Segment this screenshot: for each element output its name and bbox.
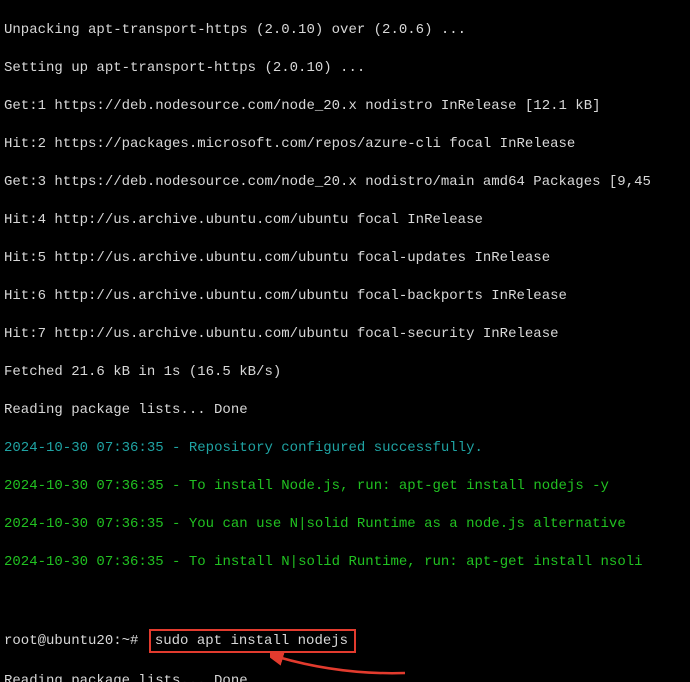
apt-line: Reading package lists... Done	[4, 401, 690, 420]
apt-line: Unpacking apt-transport-https (2.0.10) o…	[4, 21, 690, 40]
timestamp: 2024-10-30 07:36:35	[4, 516, 164, 532]
dash: -	[164, 554, 189, 570]
apt-line: Get:1 https://deb.nodesource.com/node_20…	[4, 97, 690, 116]
apt-line: Hit:5 http://us.archive.ubuntu.com/ubunt…	[4, 249, 690, 268]
info-line: 2024-10-30 07:36:35 - Repository configu…	[4, 439, 690, 458]
apt-output: Reading package lists... Done	[4, 672, 690, 682]
info-line: 2024-10-30 07:36:35 - To install Node.js…	[4, 477, 690, 496]
apt-line: Hit:2 https://packages.microsoft.com/rep…	[4, 135, 690, 154]
timestamp: 2024-10-30 07:36:35	[4, 554, 164, 570]
blank-line	[4, 591, 690, 610]
prompt-line[interactable]: root@ubuntu20:~# sudo apt install nodejs	[4, 629, 690, 653]
info-line: 2024-10-30 07:36:35 - You can use N|soli…	[4, 515, 690, 534]
dash: -	[164, 440, 189, 456]
info-msg: To install Node.js, run: apt-get install…	[189, 478, 609, 494]
dash: -	[164, 478, 189, 494]
info-line: 2024-10-30 07:36:35 - To install N|solid…	[4, 553, 690, 572]
apt-line: Fetched 21.6 kB in 1s (16.5 kB/s)	[4, 363, 690, 382]
timestamp: 2024-10-30 07:36:35	[4, 478, 164, 494]
info-msg: Repository configured successfully.	[189, 440, 483, 456]
info-msg: You can use N|solid Runtime as a node.js…	[189, 516, 626, 532]
highlighted-command: sudo apt install nodejs	[149, 629, 356, 653]
apt-line: Setting up apt-transport-https (2.0.10) …	[4, 59, 690, 78]
apt-line: Hit:6 http://us.archive.ubuntu.com/ubunt…	[4, 287, 690, 306]
timestamp: 2024-10-30 07:36:35	[4, 440, 164, 456]
apt-line: Get:3 https://deb.nodesource.com/node_20…	[4, 173, 690, 192]
apt-line: Hit:7 http://us.archive.ubuntu.com/ubunt…	[4, 325, 690, 344]
dash: -	[164, 516, 189, 532]
prompt-prefix: root@ubuntu20:~#	[4, 629, 147, 653]
apt-line: Hit:4 http://us.archive.ubuntu.com/ubunt…	[4, 211, 690, 230]
info-msg: To install N|solid Runtime, run: apt-get…	[189, 554, 643, 570]
terminal-output[interactable]: Unpacking apt-transport-https (2.0.10) o…	[0, 0, 690, 682]
